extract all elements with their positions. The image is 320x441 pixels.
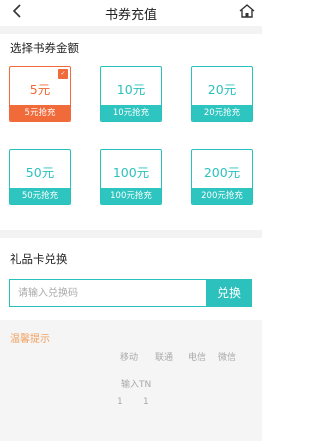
page-title: 书券充值 — [104, 8, 157, 23]
top-bar: 书券充值 — [0, 0, 262, 26]
amount-card-5[interactable]: ✓ 5元 5元抢充 — [9, 66, 71, 122]
amount-card-10[interactable]: 10元 10元抢充 — [100, 66, 162, 122]
tips-text: 电信 — [188, 353, 207, 363]
amount-value: 100元 — [112, 165, 150, 180]
amount-value: 50元 — [25, 165, 55, 180]
amount-cta: 5元抢充 — [10, 105, 70, 121]
tips-title: 温馨提示 — [10, 334, 50, 345]
tips-text: 1 — [117, 397, 123, 407]
amount-cta: 20元抢充 — [192, 105, 252, 121]
amount-card-200[interactable]: 200元 200元抢充 — [191, 149, 253, 205]
gift-card-title: 礼品卡兑换 — [10, 252, 68, 266]
tips-text: 微信 — [218, 353, 237, 363]
amount-value: 20元 — [207, 82, 237, 97]
home-icon[interactable] — [238, 3, 256, 19]
amount-card-100[interactable]: 100元 100元抢充 — [100, 149, 162, 205]
amount-cta: 10元抢充 — [101, 105, 161, 121]
section-divider — [0, 230, 262, 238]
amount-cta: 100元抢充 — [101, 188, 161, 204]
amount-card-50[interactable]: 50元 50元抢充 — [9, 149, 71, 205]
amount-value: 5元 — [29, 82, 51, 97]
amount-card-20[interactable]: 20元 20元抢充 — [191, 66, 253, 122]
amount-cta: 50元抢充 — [10, 188, 70, 204]
gift-code-input[interactable] — [9, 279, 206, 307]
tips-text: 输入TN — [121, 380, 152, 390]
header-divider — [0, 26, 262, 34]
amount-value: 10元 — [116, 82, 146, 97]
tips-text: 移动 — [120, 353, 139, 363]
tips-text: 联通 — [155, 353, 174, 363]
tips-text: 1 — [143, 397, 149, 407]
amount-value: 200元 — [203, 165, 241, 180]
selected-badge-icon: ✓ — [58, 69, 68, 79]
amount-cta: 200元抢充 — [192, 188, 252, 204]
amount-section-title: 选择书券金额 — [10, 41, 79, 55]
redeem-button[interactable]: 兑换 — [206, 279, 252, 307]
